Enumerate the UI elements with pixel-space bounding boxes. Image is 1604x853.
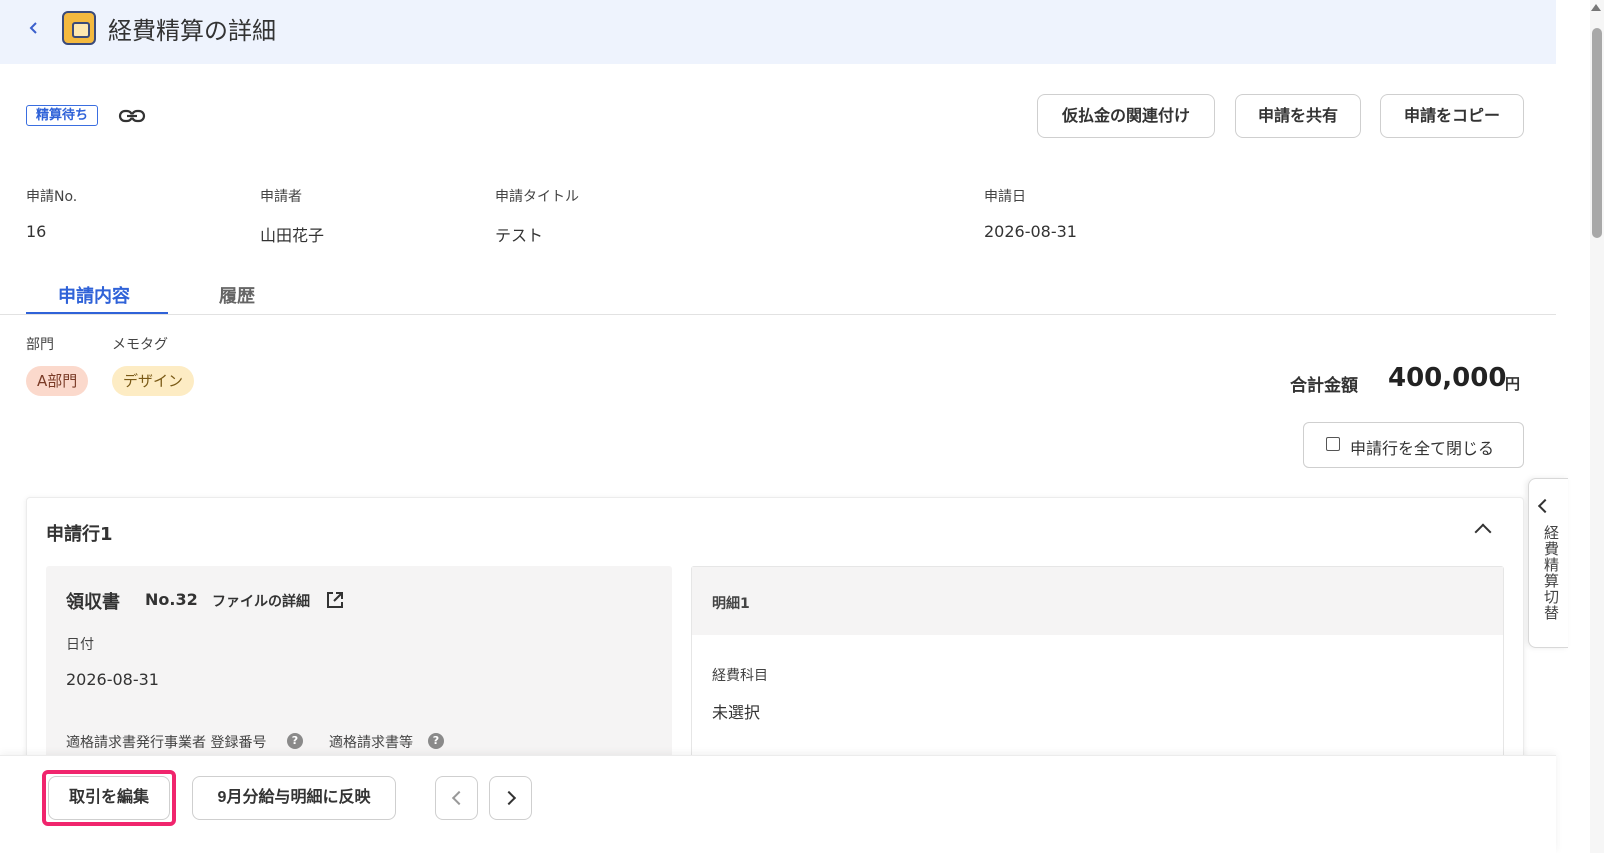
application-date-label: 申請日 <box>984 189 1026 205</box>
tab-history[interactable]: 履歴 <box>219 282 255 308</box>
receipt-title: 領収書 <box>66 592 120 613</box>
applicant-label: 申請者 <box>260 189 302 205</box>
expense-switch-side-tab[interactable]: 経費精算切替 <box>1528 478 1568 648</box>
chevron-left-icon <box>451 790 467 806</box>
application-line-card: 申請行1 領収書 No.32 ファイルの詳細 日付 2026-08-31 適格請… <box>26 497 1524 797</box>
registration-number-label: 適格請求書発行事業者 登録番号 <box>66 735 267 751</box>
total-amount-label: 合計金額 <box>1290 376 1358 396</box>
application-no-label: 申請No. <box>26 189 78 205</box>
receipt-number: No.32 <box>145 590 198 609</box>
page-title: 経費精算の詳細 <box>108 17 276 45</box>
applicant-value: 山田花子 <box>260 226 325 245</box>
chevron-up-icon[interactable] <box>1474 523 1492 541</box>
receipt-date-label: 日付 <box>66 637 94 653</box>
chevron-left-icon <box>29 22 37 34</box>
share-application-button[interactable]: 申請を共有 <box>1235 94 1361 138</box>
receipt-date-value: 2026-08-31 <box>66 670 159 689</box>
copy-application-button[interactable]: 申請をコピー <box>1380 94 1524 138</box>
bottom-action-bar: 取引を編集 9月分給与明細に反映 <box>0 755 1556 853</box>
scroll-up-arrow-icon[interactable] <box>1591 4 1601 11</box>
help-icon[interactable]: ? <box>287 733 303 749</box>
vertical-scrollbar[interactable] <box>1590 0 1604 853</box>
page-header: 経費精算の詳細 <box>0 0 1556 64</box>
application-line-title: 申請行1 <box>46 524 113 545</box>
detail-title: 明細1 <box>712 596 750 612</box>
total-amount-value: 400,000 <box>1388 363 1507 393</box>
memo-tag: デザイン <box>112 366 195 396</box>
application-no-value: 16 <box>26 222 47 241</box>
scroll-thumb[interactable] <box>1592 28 1602 238</box>
wallet-icon <box>62 11 96 45</box>
department-label: 部門 <box>26 337 54 353</box>
expense-account-value: 未選択 <box>712 703 761 722</box>
expense-account-label: 経費科目 <box>712 668 768 684</box>
application-title-label: 申請タイトル <box>495 189 579 205</box>
tab-divider <box>0 314 1556 315</box>
close-all-label: 申請行を全て閉じる <box>1350 439 1495 458</box>
file-detail-link[interactable]: ファイルの詳細 <box>212 591 310 611</box>
application-title-value: テスト <box>495 226 544 245</box>
memo-tag-label: メモタグ <box>112 337 168 353</box>
tab-application-content[interactable]: 申請内容 <box>58 282 130 308</box>
application-date-value: 2026-08-31 <box>984 222 1077 241</box>
edit-transaction-button[interactable]: 取引を編集 <box>48 776 170 820</box>
close-all-lines-toggle[interactable]: 申請行を全て閉じる <box>1303 422 1524 468</box>
link-icon[interactable] <box>118 104 146 128</box>
external-link-icon[interactable] <box>326 591 344 609</box>
department-tag: A部門 <box>26 366 89 396</box>
total-amount-unit: 円 <box>1505 375 1521 393</box>
detail-header: 明細1 <box>692 567 1503 635</box>
reflect-to-payslip-button[interactable]: 9月分給与明細に反映 <box>192 776 396 820</box>
chevron-right-icon <box>501 790 517 806</box>
status-badge: 精算待ち <box>26 105 99 126</box>
close-all-checkbox[interactable] <box>1326 437 1340 451</box>
previous-button[interactable] <box>435 776 478 820</box>
back-button[interactable] <box>22 14 46 42</box>
expense-switch-label: 経費精算切替 <box>1542 525 1560 621</box>
next-button[interactable] <box>489 776 532 820</box>
chevron-left-icon <box>1537 498 1553 514</box>
link-advance-button[interactable]: 仮払金の関連付け <box>1037 94 1215 138</box>
help-icon[interactable]: ? <box>428 733 444 749</box>
qualified-invoice-label: 適格請求書等 <box>329 735 413 751</box>
